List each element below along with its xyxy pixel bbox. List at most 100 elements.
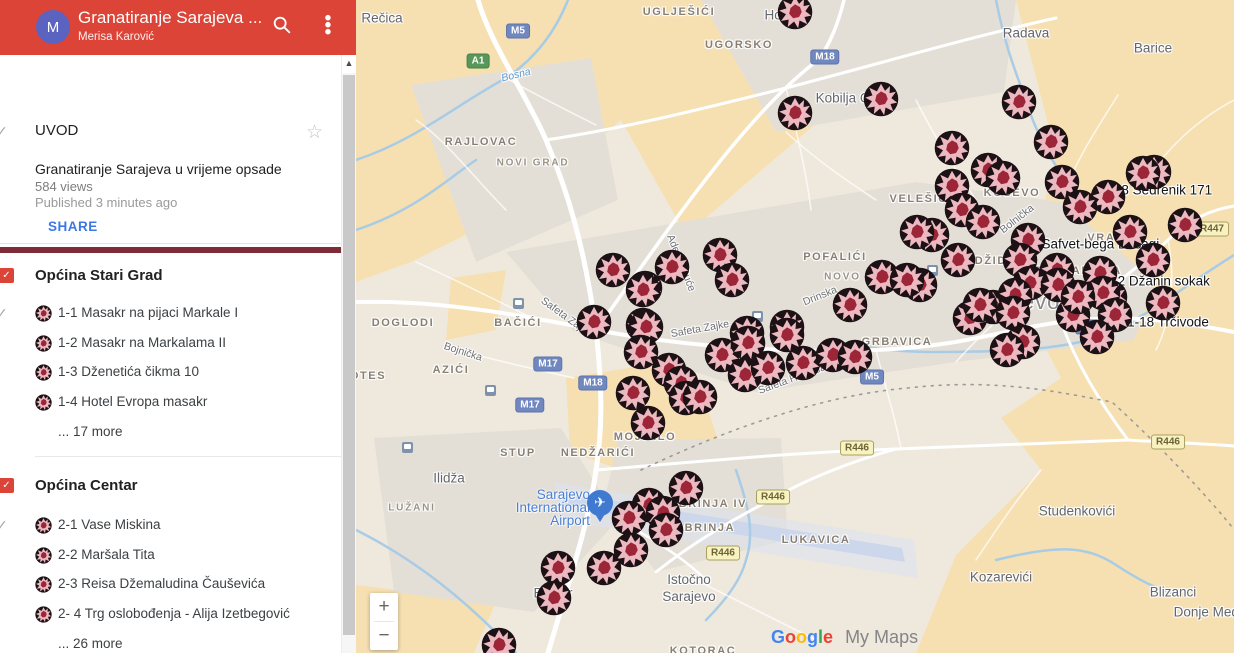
zoom-out-button[interactable]: − [370,622,398,650]
list-item[interactable]: 1-2 Masakr na Markalama II [0,329,342,359]
shell-impact-marker[interactable] [1033,124,1069,160]
google-logo-letter: G [771,627,785,647]
road-badge: R446 [840,441,874,456]
road-badge: R446 [756,490,790,505]
shell-impact-marker[interactable] [989,332,1025,368]
list-item-label: 1-4 Hotel Evropa masakr [58,394,207,409]
locality-label: Kozarevići [970,570,1032,585]
list-item[interactable]: 1-1 Masakr na pijaci Markale I [0,299,342,329]
list-item[interactable]: 1-3 Dženetića čikma 10 [0,358,342,388]
list-item-label: 1-3 Dženetića čikma 10 [58,364,199,379]
search-icon[interactable] [271,14,297,40]
shell-impact-marker[interactable] [750,350,786,386]
airport-pin-icon[interactable]: ✈ [587,490,613,516]
airport-label: Sarajevo International Airport [430,488,590,527]
shell-impact-marker[interactable] [481,627,517,653]
road-badge: A1 [467,54,490,69]
list-item[interactable]: 2-2 Maršala Tita [0,541,342,571]
shell-impact-marker[interactable] [1135,242,1171,278]
road-badge: R446 [1151,435,1185,450]
shell-impact-marker[interactable] [714,262,750,298]
shell-impact-marker[interactable] [837,339,873,375]
scroll-up-arrow-icon[interactable]: ▲ [342,55,356,73]
layer-checkbox[interactable]: ✓ [0,268,14,283]
shell-marker-icon [35,364,52,381]
more-link-label: ... 17 more [58,424,123,439]
shell-impact-marker[interactable] [1145,285,1181,321]
locality-label: Barice [1134,41,1172,56]
google-logo-letter: o [796,627,807,647]
scrollbar-thumb[interactable] [343,75,355,635]
shell-impact-marker[interactable] [1079,319,1115,355]
shell-impact-marker[interactable] [625,272,661,308]
zoom-in-button[interactable]: + [370,593,398,621]
section-label-uvod[interactable]: UVOD [35,122,78,139]
transit-stop-icon [485,385,496,396]
divider [35,456,342,457]
transit-stop-icon [513,298,524,309]
shell-impact-marker[interactable] [630,405,666,441]
shell-impact-marker[interactable] [576,304,612,340]
sidebar: M Granatiranje Sarajeva ... Merisa Karov… [0,0,356,653]
layer-title: Općina Centar [35,477,138,494]
shell-impact-marker[interactable] [536,580,572,616]
shell-impact-marker[interactable] [777,0,813,30]
locality-label: Blizanci [1150,585,1197,600]
uvod-check-icon[interactable]: ✓ [0,123,8,140]
layer-checkbox[interactable]: ✓ [0,478,14,493]
layer-items: ✓ 1-1 Masakr na pijaci Markale I 1-2 Mas… [0,299,342,417]
shell-impact-marker[interactable] [965,204,1001,240]
shell-impact-marker[interactable] [1001,84,1037,120]
sidebar-scrollbar[interactable]: ▲ [341,55,356,653]
road-badge: M17 [515,398,544,413]
shell-impact-marker[interactable] [832,287,868,323]
shell-impact-marker[interactable] [940,242,976,278]
road-badge: M5 [506,24,530,39]
locality-label: Radava [1003,26,1050,41]
more-link[interactable]: ... 26 more [0,629,342,653]
shell-impact-marker[interactable] [863,81,899,117]
list-item[interactable]: 2-3 Reisa Džemaludina Čauševića [0,570,342,600]
road-badge: R446 [706,546,740,561]
road-badge: M18 [578,376,607,391]
list-item[interactable]: 2- 4 Trg oslobođenja - Alija Izetbegović [0,600,342,630]
list-item-label: 1-2 Masakr na Markalama II [58,335,226,350]
share-button[interactable]: SHARE [48,219,98,234]
star-icon[interactable]: ☆ [306,121,323,144]
shell-impact-marker[interactable] [586,550,622,586]
shell-impact-marker[interactable] [985,160,1021,196]
shell-marker-icon [35,606,52,623]
shell-impact-marker[interactable] [648,512,684,548]
shell-impact-marker[interactable] [1167,207,1203,243]
map-zoom-controls: + − [370,593,398,650]
shell-impact-marker[interactable] [899,214,935,250]
list-item[interactable]: 1-4 Hotel Evropa masakr [0,388,342,418]
google-my-maps-attribution: Google My Maps [771,627,918,648]
map-canvas[interactable]: SarajevoUGLJEŠIĆIUGORSKORAJLOVACNOVI GRA… [356,0,1234,653]
district-label: POFALIĆI [803,251,867,263]
shell-impact-marker[interactable] [1062,189,1098,225]
district-label: LUKAVICA [782,534,851,546]
shell-impact-marker[interactable] [889,262,925,298]
avatar[interactable]: M [36,10,70,44]
google-logo-letter: o [785,627,796,647]
locality-label: IstočnoSarajevo [662,571,715,605]
map-description-title: Granatiranje Sarajeva u vrijeme opsade [35,161,325,177]
district-label: STUP [500,447,536,459]
list-item[interactable]: 2-1 Vase Miskina [0,511,342,541]
district-label: LUŽANI [388,503,435,514]
shell-impact-marker[interactable] [682,379,718,415]
shell-impact-marker[interactable] [934,130,970,166]
shell-impact-marker[interactable] [777,95,813,131]
shell-impact-marker[interactable] [611,500,647,536]
shell-marker-icon [35,517,52,534]
more-link[interactable]: ... 17 more [0,417,342,447]
view-count: 584 views [35,179,93,194]
shell-impact-marker[interactable] [1125,155,1161,191]
shell-impact-marker[interactable] [1060,279,1096,315]
shell-marker-icon [35,305,52,322]
sidebar-header: M Granatiranje Sarajeva ... Merisa Karov… [0,0,356,55]
overflow-menu-icon[interactable]: ••• [315,14,341,40]
locality-label: Studenkovići [1039,504,1116,519]
shell-impact-marker[interactable] [962,287,998,323]
